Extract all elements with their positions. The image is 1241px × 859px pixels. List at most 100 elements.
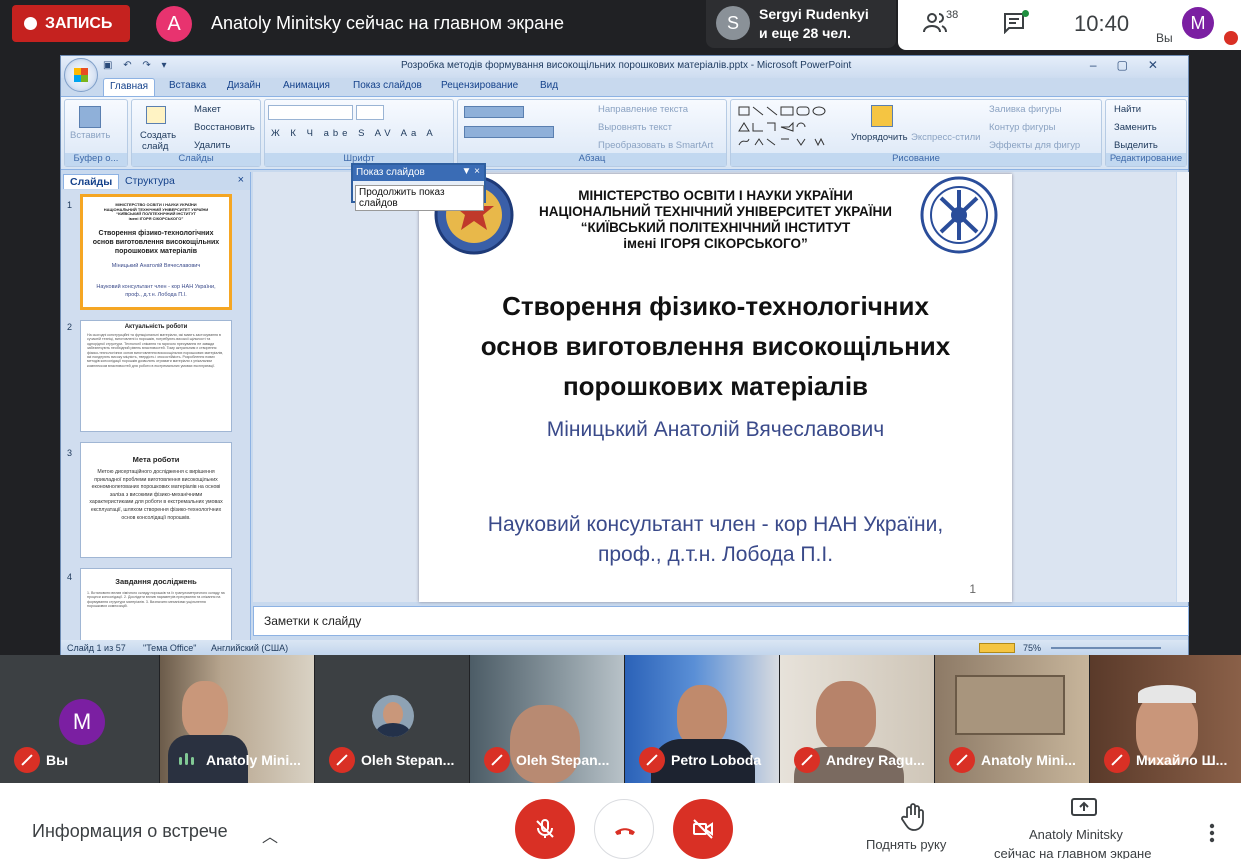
participant-name: Вы: [46, 752, 69, 768]
ribbon-tabs: Главная Вставка Дизайн Анимация Показ сл…: [61, 78, 1188, 96]
smartart-button[interactable]: Преобразовать в SmartArt: [598, 140, 713, 151]
slide-author: Міницький Анатолій Вячеславович: [546, 418, 885, 441]
thumb-header: МІНІСТЕРСТВО ОСВІТИ І НАУКИ УКРАЇНИ НАЦІО…: [83, 202, 229, 221]
new-slide-icon[interactable]: [146, 106, 166, 124]
participant-name: Petro Loboda: [671, 752, 762, 768]
view-buttons-icon[interactable]: [979, 643, 1015, 653]
quick-access-toolbar[interactable]: ▣ ↶ ↷ ▾: [103, 60, 171, 71]
status-language[interactable]: Английский (США): [211, 643, 288, 653]
people-icon[interactable]: [923, 12, 947, 34]
slide-scrollbar[interactable]: [1177, 172, 1189, 602]
list-buttons-icon[interactable]: [464, 106, 524, 118]
find-button[interactable]: Найти: [1114, 104, 1141, 115]
slide-thumbnail-2[interactable]: Актуальність роботи На сьогодні конструк…: [80, 320, 232, 432]
hangup-button[interactable]: [594, 799, 654, 859]
font-size-box[interactable]: [356, 105, 384, 120]
resume-slideshow-button[interactable]: Продолжить показ слайдов: [355, 185, 484, 211]
quick-styles-button[interactable]: Экспресс-стили: [911, 132, 980, 143]
meeting-info-button[interactable]: Информация о встрече: [32, 821, 228, 842]
paste-icon[interactable]: [79, 106, 101, 128]
window-controls[interactable]: –▢✕: [1090, 58, 1178, 72]
select-button[interactable]: Выделить: [1114, 140, 1158, 151]
slide-title-line-3: порошкових матеріалів: [562, 371, 869, 401]
slide-title-line-1: Створення фізико-технологічних: [502, 291, 929, 321]
strike-button[interactable]: abe: [324, 128, 352, 139]
notes-pane[interactable]: Заметки к слайду: [253, 606, 1189, 636]
tab-animation[interactable]: Анимация: [283, 80, 330, 91]
toolbar-controls[interactable]: ▼ ×: [461, 166, 480, 177]
italic-button[interactable]: К: [290, 128, 300, 139]
chevron-up-icon[interactable]: ︿: [262, 823, 278, 847]
mic-toggle-button[interactable]: [515, 799, 575, 859]
thumb-t3: порошкових матеріалів: [114, 248, 198, 255]
self-avatar[interactable]: M: [1182, 7, 1214, 39]
zoom-slider[interactable]: [1051, 647, 1161, 649]
participant-tile[interactable]: Михайло Ш...: [1090, 655, 1241, 783]
participant-tile[interactable]: Anatoly Mini...: [935, 655, 1089, 783]
tab-design[interactable]: Дизайн: [227, 80, 261, 91]
participant-tile[interactable]: Andrey Ragu...: [780, 655, 934, 783]
present-screen-icon[interactable]: [1070, 797, 1098, 819]
raise-hand-label[interactable]: Поднять руку: [866, 837, 946, 852]
new-slide-button[interactable]: Создать: [140, 130, 176, 141]
align-buttons-icon[interactable]: [464, 126, 554, 138]
shape-effects-button[interactable]: Эффекты для фигур: [989, 140, 1080, 151]
group-label: Редактирование: [1106, 153, 1186, 166]
thumb-body: Метою дисертаційного дослідження є виріш…: [89, 469, 223, 521]
participant-tile[interactable]: Anatoly Mini...: [160, 655, 314, 783]
font-format-buttons[interactable]: Ж К Ч abe S AV Aa A: [271, 128, 437, 139]
thumb-h4: імені ІГОРЯ СІКОРСЬКОГО”: [128, 215, 184, 221]
shape-outline-button[interactable]: Контур фигуры: [989, 122, 1055, 133]
close-pane-icon[interactable]: ×: [238, 174, 244, 186]
replace-button[interactable]: Заменить: [1114, 122, 1157, 133]
shape-fill-button[interactable]: Заливка фигуры: [989, 104, 1062, 115]
case-button[interactable]: Aa: [401, 128, 421, 139]
align-text-button[interactable]: Выровнять текст: [598, 122, 672, 133]
camera-toggle-button[interactable]: [673, 799, 733, 859]
participant-avatar: S: [716, 6, 750, 40]
reset-button[interactable]: Восстановить: [194, 122, 255, 133]
slide-thumbnail-4[interactable]: Завдання досліджень 1. Встановити вплив …: [80, 568, 232, 642]
status-zoom[interactable]: 75%: [1023, 643, 1041, 653]
participant-name: Sergyi Rudenkyi: [759, 6, 869, 22]
raise-hand-icon[interactable]: [900, 803, 926, 831]
thumb-title: Мета роботи: [132, 455, 180, 464]
people-count: 38: [946, 9, 959, 21]
font-name-box[interactable]: [268, 105, 353, 120]
tab-view[interactable]: Вид: [540, 80, 558, 91]
more-options-icon[interactable]: [1209, 823, 1215, 843]
tab-slideshow[interactable]: Показ слайдов: [353, 80, 422, 91]
shapes-gallery-icon[interactable]: [737, 105, 837, 149]
arrange-icon[interactable]: [871, 105, 893, 127]
participant-tile[interactable]: Oleh Stepan...: [470, 655, 624, 783]
slide-consultant: Науковий консультант член - кор НАН Укра…: [419, 510, 1012, 570]
underline-button[interactable]: Ч: [307, 128, 317, 139]
thumb-number: 4: [67, 572, 73, 582]
current-slide[interactable]: МІНІСТЕРСТВО ОСВІТИ І НАУКИ УКРАЇНИ НАЦІ…: [419, 174, 1012, 602]
layout-button[interactable]: Макет: [194, 104, 221, 115]
tab-home[interactable]: Главная: [103, 78, 156, 96]
font-color-button[interactable]: A: [426, 128, 436, 139]
participant-tile[interactable]: Petro Loboda: [625, 655, 779, 783]
tab-slides[interactable]: Слайды: [63, 174, 120, 189]
slide-thumbnail-1[interactable]: МІНІСТЕРСТВО ОСВІТИ І НАУКИ УКРАЇНИ НАЦІО…: [80, 194, 232, 310]
shadow-button[interactable]: S: [358, 128, 368, 139]
participants-preview[interactable]: S Sergyi Rudenkyi и еще 28 чел.: [706, 0, 896, 48]
spacing-button[interactable]: AV: [375, 128, 395, 139]
new-slide-button-2[interactable]: слайд: [142, 141, 168, 152]
text-direction-button[interactable]: Направление текста: [598, 104, 688, 115]
delete-button[interactable]: Удалить: [194, 140, 230, 151]
tab-review[interactable]: Рецензирование: [441, 80, 518, 91]
speaking-indicator-icon: [174, 747, 200, 773]
paste-button[interactable]: Вставить: [70, 130, 110, 141]
tab-outline[interactable]: Структура: [119, 174, 181, 188]
participant-tile[interactable]: M Вы: [0, 655, 159, 783]
tab-insert[interactable]: Вставка: [169, 80, 206, 91]
arrange-button[interactable]: Упорядочить: [851, 132, 908, 143]
slide-thumbnail-3[interactable]: Мета роботи Метою дисертаційного дослідж…: [80, 442, 232, 558]
participant-tile[interactable]: Oleh Stepan...: [315, 655, 469, 783]
thumb-title: Актуальність роботи: [124, 324, 188, 330]
bold-button[interactable]: Ж: [271, 128, 284, 139]
recording-badge[interactable]: ЗАПИСЬ: [12, 5, 130, 42]
ppt-statusbar: Слайд 1 из 57 "Тема Office" Английский (…: [61, 640, 1188, 656]
